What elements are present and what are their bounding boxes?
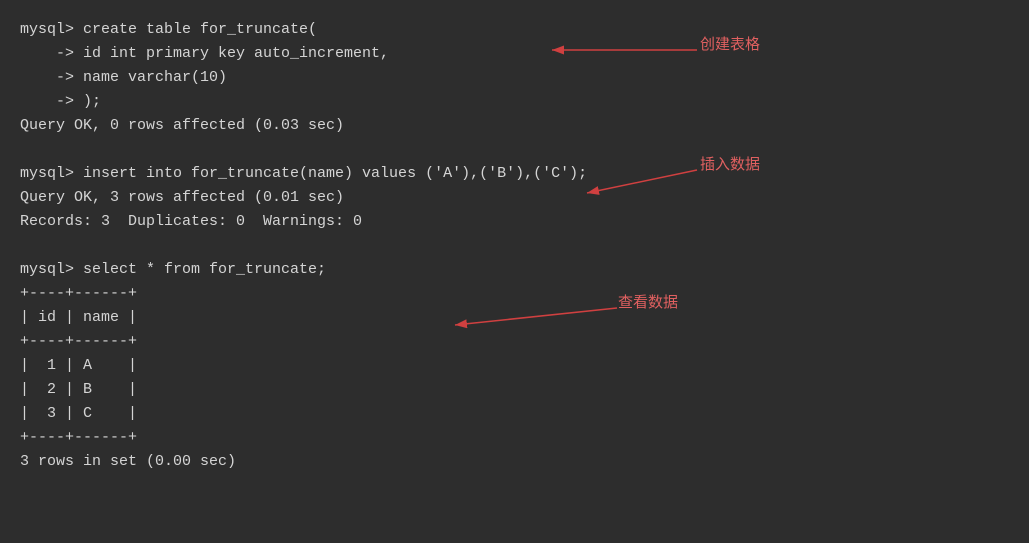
line-5: Query OK, 0 rows affected (0.03 sec) [20,114,1009,138]
terminal-content: mysql> create table for_truncate( -> id … [20,18,1009,474]
line-11: mysql> select * from for_truncate; [20,258,1009,282]
select-data-annotation: 查看数据 [618,291,678,312]
line-14: +----+------+ [20,330,1009,354]
create-table-annotation: 创建表格 [700,33,760,54]
line-10 [20,234,1009,258]
line-1: mysql> create table for_truncate( [20,18,1009,42]
line-8: Query OK, 3 rows affected (0.01 sec) [20,186,1009,210]
terminal-window: mysql> create table for_truncate( -> id … [0,0,1029,492]
line-13: | id | name | [20,306,1009,330]
line-19: 3 rows in set (0.00 sec) [20,450,1009,474]
line-4: -> ); [20,90,1009,114]
line-2: -> id int primary key auto_increment, [20,42,1009,66]
line-12: +----+------+ [20,282,1009,306]
insert-data-annotation: 插入数据 [700,153,760,174]
line-16: | 2 | B | [20,378,1009,402]
line-15: | 1 | A | [20,354,1009,378]
line-7: mysql> insert into for_truncate(name) va… [20,162,1009,186]
line-3: -> name varchar(10) [20,66,1009,90]
line-17: | 3 | C | [20,402,1009,426]
line-18: +----+------+ [20,426,1009,450]
line-9: Records: 3 Duplicates: 0 Warnings: 0 [20,210,1009,234]
line-6 [20,138,1009,162]
